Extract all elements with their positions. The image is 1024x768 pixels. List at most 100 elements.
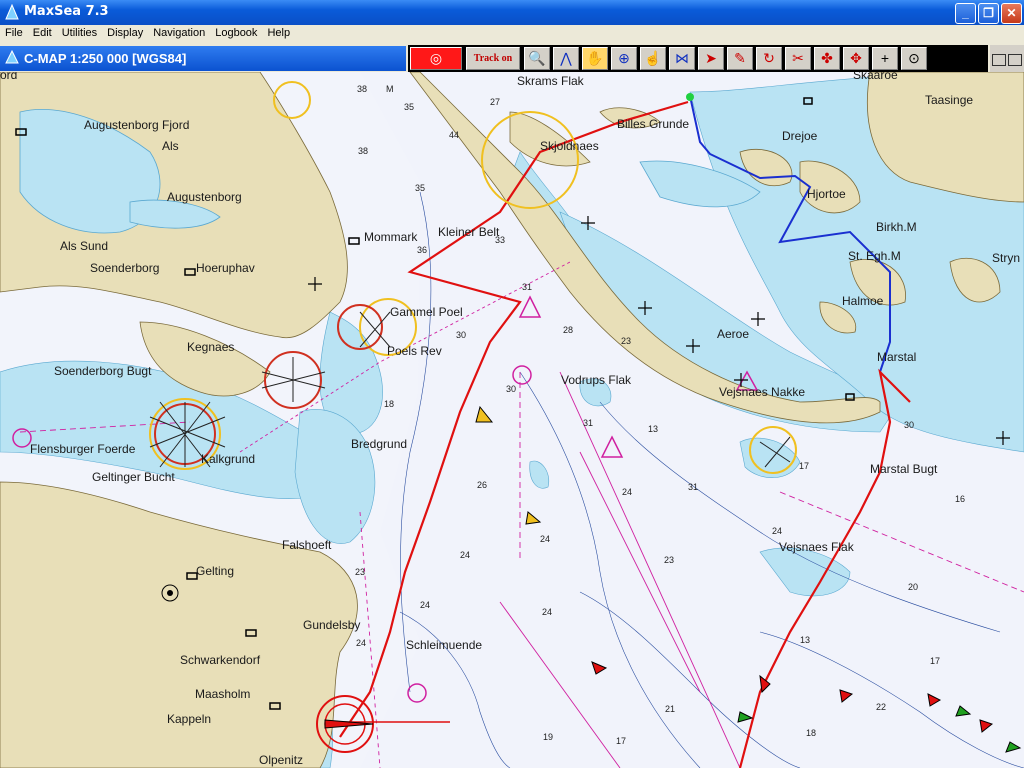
depth-sounding: 17	[616, 736, 627, 746]
place-label: ord	[0, 72, 18, 82]
crosshair-button[interactable]: ⊕	[611, 47, 637, 70]
place-label: Vejsnaes Flak	[779, 540, 854, 554]
place-label: Maasholm	[195, 687, 251, 701]
place-label: Als	[162, 139, 179, 153]
menu-navigation[interactable]: Navigation	[148, 25, 210, 39]
depth-sounding: 30	[506, 384, 517, 394]
place-label: Gundelsby	[303, 618, 361, 632]
depth-sounding: 31	[583, 418, 594, 428]
depth-sounding: 36	[417, 245, 428, 255]
move-button[interactable]: ✥	[843, 47, 869, 70]
place-label: Kappeln	[167, 712, 212, 726]
route-button[interactable]: ⋈	[669, 47, 695, 70]
depth-sounding: 35	[415, 183, 426, 193]
depth-sounding: 13	[800, 635, 811, 645]
place-label: Schleimuende	[406, 638, 483, 652]
place-label: Kleiner Belt	[438, 225, 500, 239]
target-icon: ⊙	[908, 50, 920, 66]
depth-sounding: 18	[384, 399, 395, 409]
target-button[interactable]: ⊙	[901, 47, 927, 70]
place-label: Halmoe	[842, 294, 884, 308]
plus-icon: +	[880, 50, 890, 66]
place-label: Skaaroe	[853, 72, 898, 82]
minimize-button[interactable]: _	[955, 3, 976, 24]
menu-edit[interactable]: Edit	[28, 25, 57, 39]
panel-buttons	[990, 45, 1024, 72]
place-label: Mommark	[364, 230, 418, 244]
track-on-button[interactable]: Track on	[466, 47, 520, 70]
place-label: Marstal Bugt	[870, 462, 938, 476]
depth-sounding: 31	[522, 282, 533, 292]
plus-button[interactable]: +	[872, 47, 898, 70]
move-icon: ✥	[850, 50, 862, 66]
place-label: Poels Rev	[387, 344, 442, 358]
depth-sounding: 24	[772, 526, 783, 536]
place-label: Augustenborg Fjord	[84, 118, 190, 132]
depth-sounding: 38	[358, 146, 369, 156]
nautical-chart[interactable]: ord Augustenborg Fjord Als Augustenborg …	[0, 72, 1024, 768]
depth-sounding: 16	[955, 494, 966, 504]
rotate-button[interactable]: ↻	[756, 47, 782, 70]
waypoint-button[interactable]: ✤	[814, 47, 840, 70]
pencil-button[interactable]: ✎	[727, 47, 753, 70]
depth-sounding: 21	[665, 704, 676, 714]
chart-canvas[interactable]	[0, 72, 1024, 768]
depth-sounding: 30	[456, 330, 467, 340]
depth-sounding: 23	[664, 555, 675, 565]
compass-button[interactable]: ⋀	[553, 47, 579, 70]
place-label: Augustenborg	[167, 190, 242, 204]
depth-sounding: 28	[563, 325, 574, 335]
depth-sounding: 31	[688, 482, 699, 492]
place-label: Vejsnaes Nakke	[719, 385, 806, 399]
place-label: Stryn	[992, 251, 1021, 265]
record-button[interactable]: ◎	[410, 47, 462, 70]
menu-help[interactable]: Help	[262, 25, 295, 39]
place-label: Marstal	[877, 350, 917, 364]
window-titlebar: MaxSea 7.3 _ ❐ ✕	[0, 0, 1024, 25]
chart-window-title: C-MAP 1:250 000 [WGS84]	[0, 46, 406, 71]
compass-icon: ⋀	[560, 50, 572, 66]
depth-sounding: 19	[543, 732, 554, 742]
maximize-button[interactable]: ❐	[978, 3, 999, 24]
depth-sounding: 44	[449, 130, 460, 140]
chart-scale-label: C-MAP 1:250 000 [WGS84]	[24, 51, 187, 66]
place-label: Kalkgrund	[201, 452, 256, 466]
menu-utilities[interactable]: Utilities	[57, 25, 102, 39]
panel-split-button[interactable]	[1008, 54, 1022, 66]
place-label: Bredgrund	[351, 437, 408, 451]
zoom-button[interactable]: 🔍	[524, 47, 550, 70]
place-label: Hjortoe	[807, 187, 846, 201]
depth-sounding: 20	[908, 582, 919, 592]
pan-button[interactable]: ☝	[640, 47, 666, 70]
depth-sounding: 24	[356, 638, 367, 648]
hand-button[interactable]: ✋	[582, 47, 608, 70]
place-label: St. Egh.M	[848, 249, 901, 263]
zoom-icon: 🔍	[528, 50, 546, 66]
pointer-button[interactable]: ➤	[698, 47, 724, 70]
depth-sounding: 24	[622, 487, 633, 497]
place-label: Flensburger Foerde	[30, 442, 136, 456]
scissors-button[interactable]: ✂	[785, 47, 811, 70]
depth-sounding: 26	[477, 480, 488, 490]
depth-sounding: 22	[876, 702, 887, 712]
window-title: MaxSea 7.3	[24, 4, 109, 19]
pointer-icon: ➤	[705, 50, 717, 66]
menu-logbook[interactable]: Logbook	[210, 25, 262, 39]
depth-sounding: 24	[540, 534, 551, 544]
chart-icon	[5, 50, 19, 64]
depth-sounding: 30	[904, 420, 915, 430]
maxsea-logo-icon	[5, 4, 19, 20]
menu-file[interactable]: File	[0, 25, 28, 39]
depth-sounding: 17	[930, 656, 941, 666]
place-label: Billes Grunde	[617, 117, 690, 131]
depth-sounding: 13	[648, 424, 659, 434]
chart-toolbar: ◎ Track on 🔍 ⋀ ✋ ⊕ ☝ ⋈ ➤ ✎ ↻ ✂ ✤ ✥ + ⊙	[408, 45, 988, 72]
depth-sounding: M	[386, 84, 394, 94]
place-label: Gammel Poel	[390, 305, 463, 319]
record-icon: ◎	[429, 50, 443, 66]
menu-display[interactable]: Display	[102, 25, 148, 39]
close-button[interactable]: ✕	[1001, 3, 1022, 24]
place-label: Aeroe	[717, 327, 750, 341]
place-label: Gelting	[196, 564, 235, 578]
panel-toggle-button[interactable]	[992, 54, 1006, 66]
